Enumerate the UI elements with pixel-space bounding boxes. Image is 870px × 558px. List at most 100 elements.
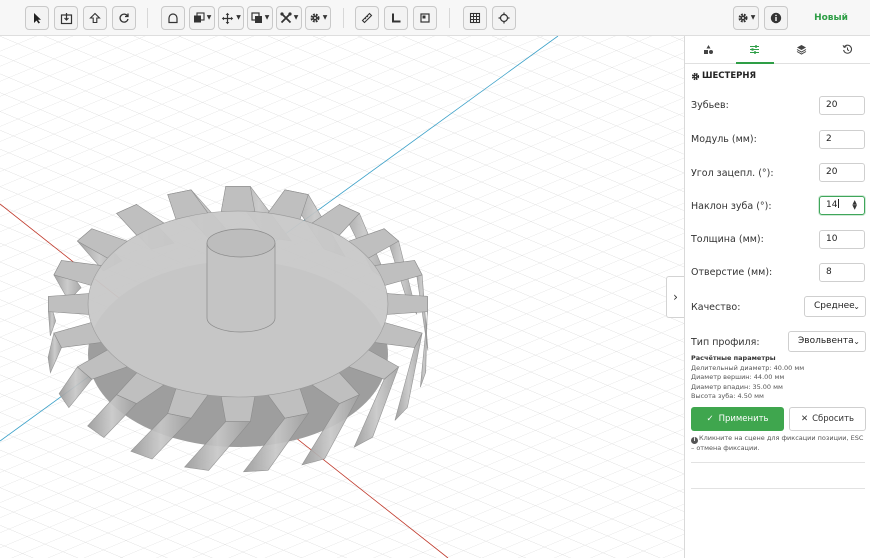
crosshair-icon (498, 12, 510, 24)
pressure-angle-value: 20 (826, 167, 838, 177)
thickness-input[interactable]: 10 (819, 230, 865, 249)
gear-icon (738, 13, 748, 23)
section-title: ШЕСТЕРНЯ (691, 71, 756, 81)
measure-button[interactable] (355, 6, 379, 30)
tab-layers[interactable] (778, 36, 825, 63)
close-icon: ✕ (800, 414, 809, 424)
arch-icon (168, 13, 178, 24)
info-icon (770, 12, 782, 24)
helix-angle-value: 14 (826, 200, 838, 210)
scene-canvas[interactable] (0, 36, 684, 558)
chevron-down-icon: ▼ (750, 14, 756, 21)
quality-select[interactable]: Среднее ⌄ (804, 296, 866, 317)
select-tool-button[interactable] (25, 6, 49, 30)
main-toolbar: ▼ ▼ ▼ ▼ ▼ ▼ Новый проект (0, 0, 870, 47)
shapes-icon (703, 45, 713, 54)
check-icon: ✓ (706, 414, 714, 424)
calculated-title: Расчётные параметры (691, 354, 776, 362)
new-project-link[interactable]: Новый проект (795, 6, 867, 47)
profile-label: Тип профиля: (691, 337, 760, 348)
crossed-tools-icon (280, 12, 292, 24)
chevron-down-icon: ▼ (236, 14, 241, 21)
chevron-down-icon: ▼ (206, 14, 212, 21)
center-button[interactable] (492, 6, 516, 30)
section-title-text: ШЕСТЕРНЯ (702, 71, 757, 81)
tooth-height: Высота зуба: 4.50 мм (691, 392, 764, 400)
tools-menu-button[interactable]: ▼ (276, 6, 302, 30)
ruler-icon (361, 12, 373, 24)
chevron-down-icon: ▼ (264, 14, 270, 21)
gear-tooth (48, 293, 90, 315)
layers-icon (796, 45, 806, 55)
refresh-button[interactable] (112, 6, 136, 30)
properties-panel: ШЕСТЕРНЯ Зубьев: 20 Модуль (мм): 2 Угол … (684, 36, 870, 558)
helix-angle-input[interactable]: 14 ▲ ▼ (819, 196, 865, 215)
chevron-down-icon: ▼ (293, 14, 299, 21)
info-button[interactable] (764, 6, 788, 30)
angle-button[interactable] (384, 6, 408, 30)
calculated-parameters: Расчётные параметры Делительный диаметр:… (691, 354, 804, 402)
tab-history[interactable] (825, 36, 870, 63)
move-icon (221, 12, 234, 24)
toolbar-separator (449, 8, 450, 28)
module-label: Модуль (мм): (691, 134, 757, 145)
bore-value: 8 (826, 267, 832, 277)
drop-to-face-icon (60, 12, 72, 24)
helix-angle-label: Наклон зуба (°): (691, 201, 772, 212)
panel-collapse-handle[interactable]: › (666, 276, 684, 318)
reset-button[interactable]: ✕ Сбросить (789, 407, 866, 431)
root-diameter: Диаметр впадин: 35.00 мм (691, 382, 783, 391)
shape-button[interactable] (161, 6, 185, 30)
gear-bore (206, 228, 276, 333)
divider (691, 462, 865, 463)
teeth-input[interactable]: 20 (819, 96, 865, 115)
sliders-icon (750, 45, 760, 54)
profile-value: Эвольвента (798, 336, 854, 346)
3d-viewport[interactable]: › (0, 36, 684, 558)
module-input[interactable]: 2 (819, 130, 865, 149)
spinner-icon[interactable]: ▲ ▼ (852, 200, 857, 211)
toolbar-separator (147, 8, 148, 28)
crop-icon (420, 13, 430, 23)
crop-button[interactable] (413, 6, 437, 30)
info-icon: i (691, 437, 698, 444)
divider (691, 488, 865, 489)
apply-button[interactable]: ✓ Применить (691, 407, 784, 431)
gear-tooth (220, 186, 256, 212)
apply-label: Применить (718, 414, 769, 424)
set-square-icon (392, 13, 401, 23)
upload-button[interactable] (83, 6, 107, 30)
pressure-angle-input[interactable]: 20 (819, 163, 865, 182)
quality-label: Качество: (691, 302, 741, 313)
reset-label: Сбросить (812, 414, 855, 424)
arrow-up-icon (89, 12, 101, 24)
gear-icon (310, 13, 320, 23)
panel-tabs (685, 36, 870, 64)
chevron-down-icon: ⌄ (853, 337, 860, 346)
bore-label: Отверстие (мм): (691, 267, 773, 278)
copy-menu-button[interactable]: ▼ (189, 6, 215, 30)
tab-parameters[interactable] (732, 36, 779, 64)
cursor-icon (34, 13, 41, 24)
profile-select[interactable]: Эвольвента ⌄ (788, 331, 866, 352)
thickness-label: Толщина (мм): (691, 234, 764, 245)
hint-message: Кликните на сцене для фиксации позиции, … (691, 434, 864, 452)
chevron-down-icon: ⌄ (853, 302, 860, 311)
gear-icon (691, 72, 700, 80)
place-on-face-button[interactable] (54, 6, 78, 30)
gear-tooth (386, 293, 428, 315)
app-settings-menu-button[interactable]: ▼ (733, 6, 759, 30)
gear-tooth (220, 396, 256, 422)
grid-toggle-button[interactable] (463, 6, 487, 30)
bore-input[interactable]: 8 (819, 263, 865, 282)
move-menu-button[interactable]: ▼ (218, 6, 244, 30)
toolbar-separator (343, 8, 344, 28)
refresh-icon (119, 13, 129, 23)
boolean-menu-button[interactable]: ▼ (247, 6, 273, 30)
tab-objects[interactable] (685, 36, 732, 63)
chevron-down-icon: ▼ (322, 14, 328, 21)
copy-icon (193, 12, 205, 23)
settings-menu-button[interactable]: ▼ (305, 6, 331, 30)
pressure-angle-label: Угол зацепл. (°): (691, 168, 774, 179)
text-caret (838, 199, 840, 208)
